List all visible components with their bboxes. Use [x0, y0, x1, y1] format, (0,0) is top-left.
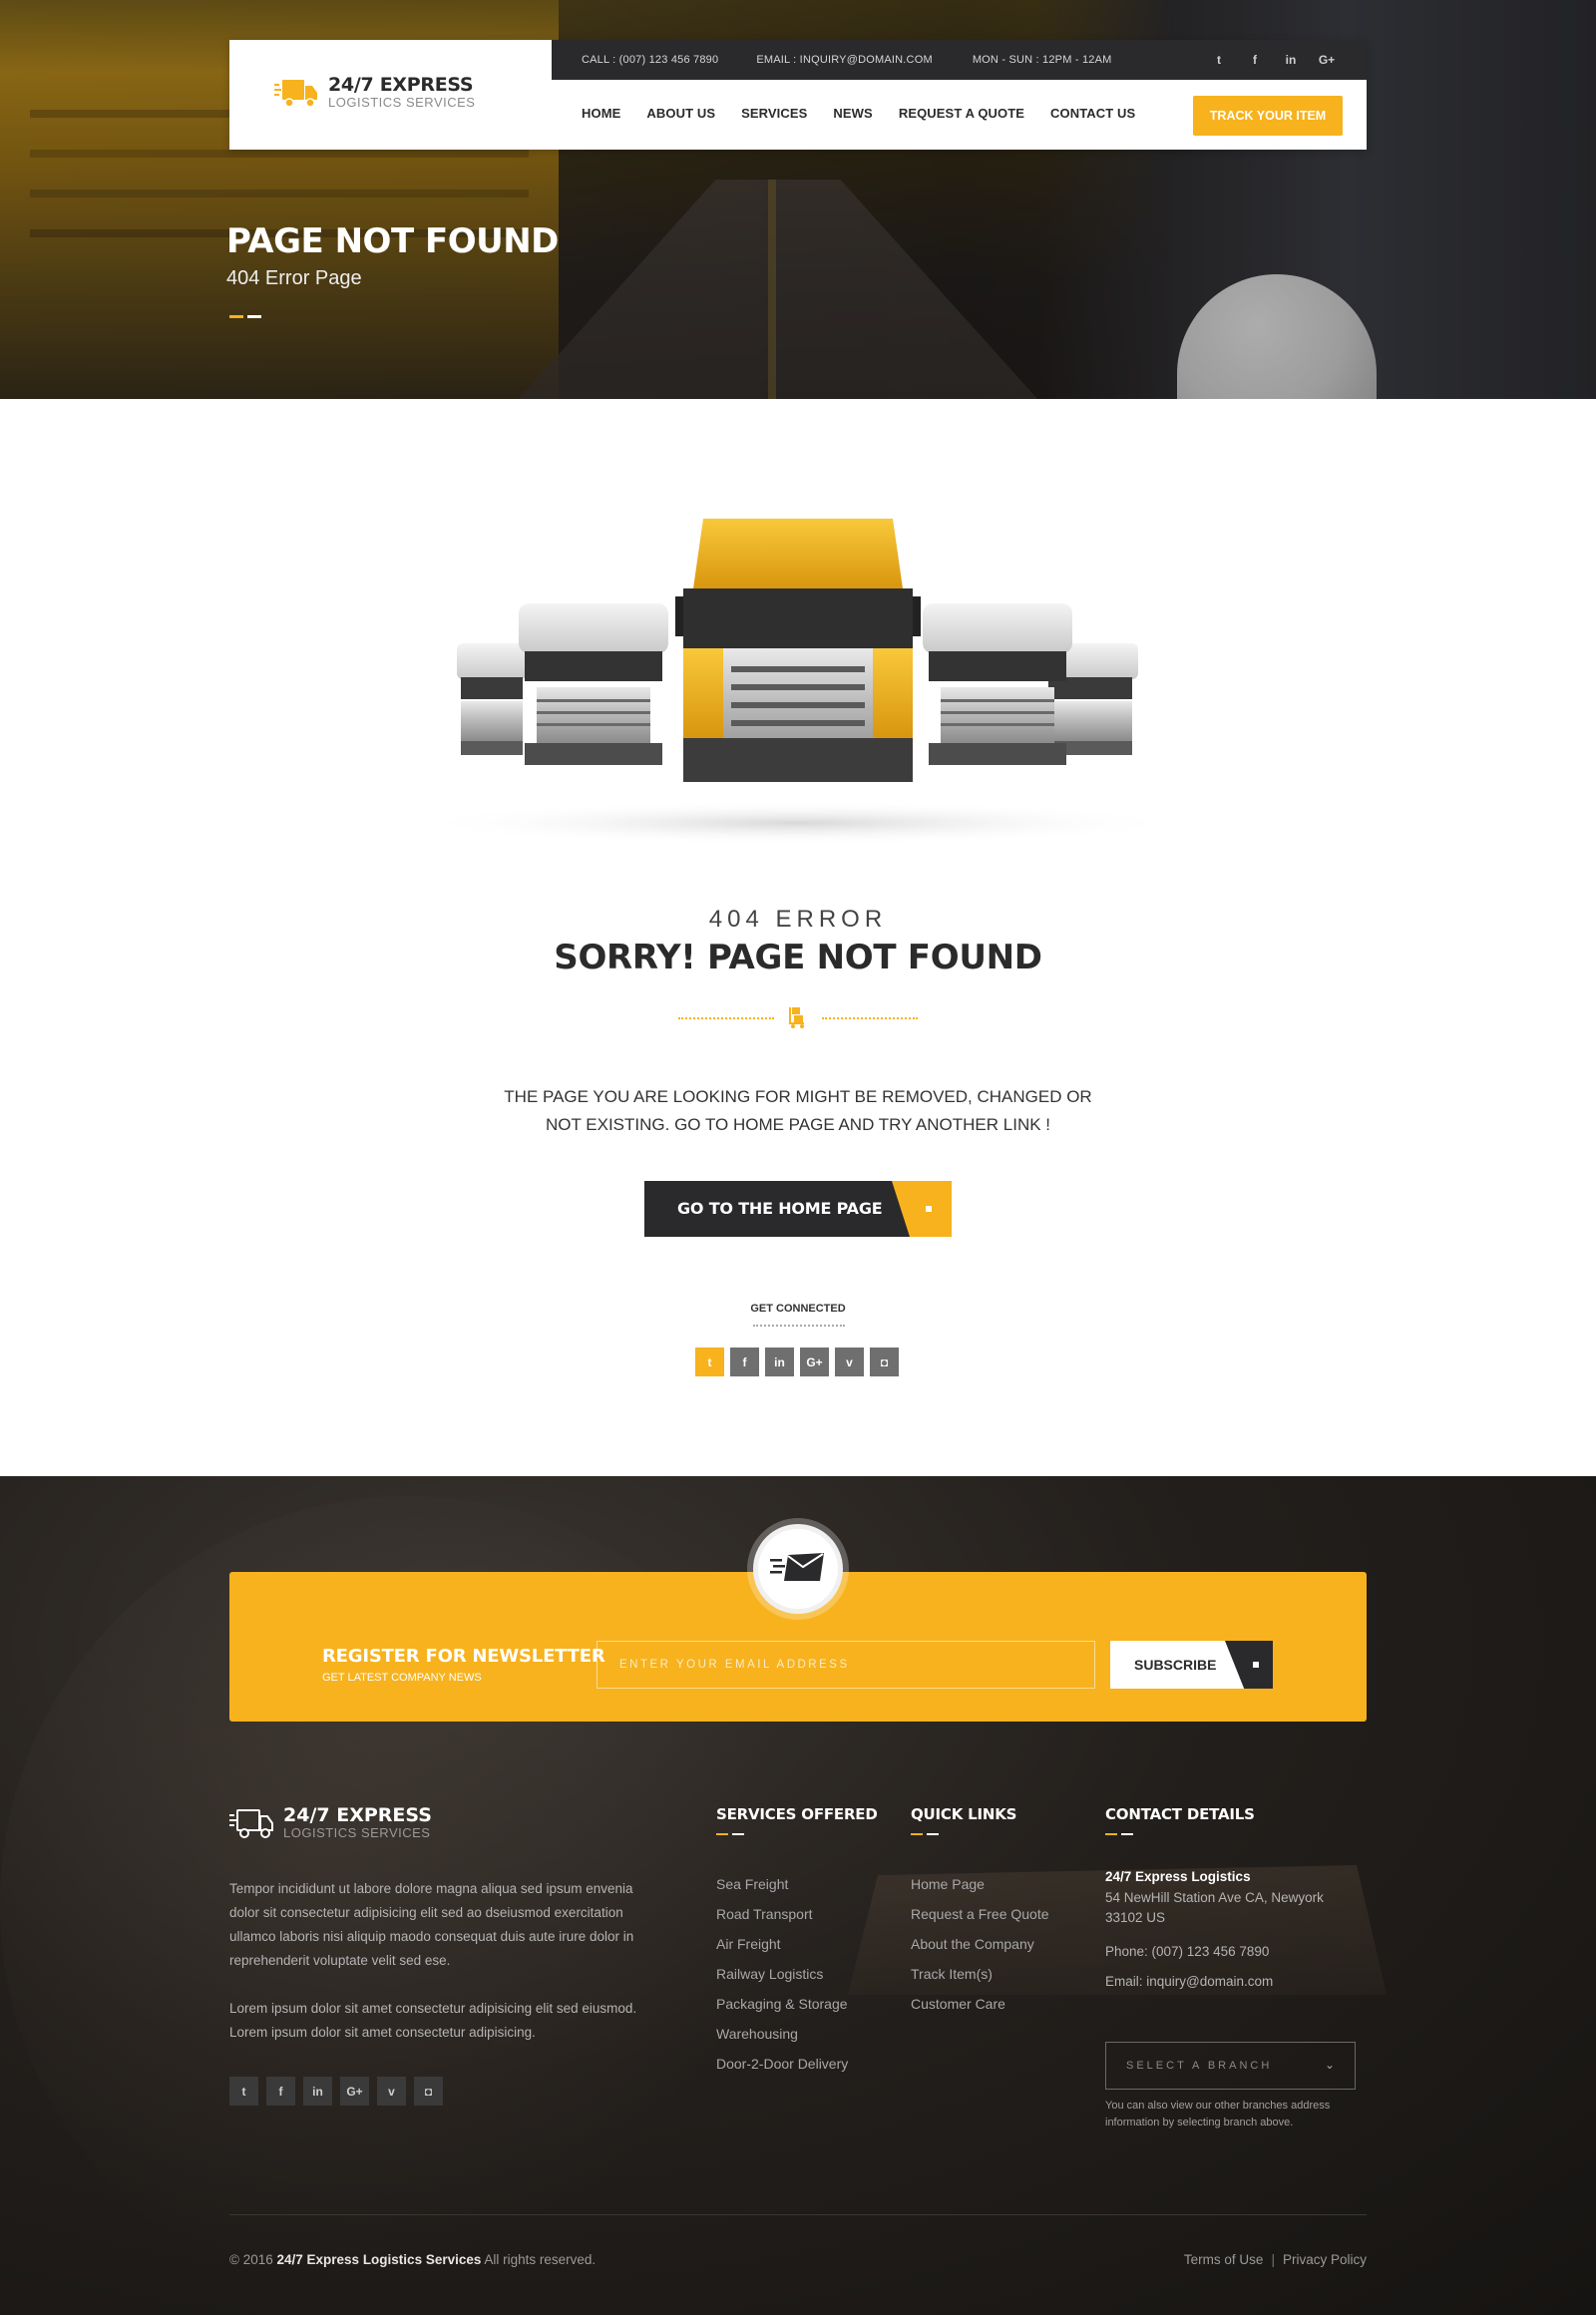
go-home-button[interactable]: GO TO THE HOME PAGE — [644, 1181, 952, 1237]
copyright-suffix: All rights reserved. — [484, 2252, 597, 2267]
topbar-socials: t f in G+ — [1201, 53, 1345, 67]
google-plus-icon[interactable]: G+ — [800, 1348, 829, 1376]
error-code-label: 404 ERROR — [708, 906, 888, 933]
quick-links-title: QUICK LINKS — [911, 1805, 1017, 1823]
quick-link[interactable]: About the Company — [911, 1929, 1049, 1959]
button-square-icon — [926, 1206, 932, 1212]
cart-icon — [786, 1005, 810, 1029]
quick-link[interactable]: Track Item(s) — [911, 1959, 1049, 1989]
error-heading: SORRY! PAGE NOT FOUND — [554, 938, 1042, 977]
about-paragraph: Tempor incididunt ut labore dolore magna… — [229, 1881, 634, 1968]
get-connected-label: GET CONNECTED — [750, 1303, 846, 1315]
branch-select[interactable]: SELECT A BRANCH ⌄ — [1105, 2042, 1356, 2090]
hero-subtitle: 404 Error Page — [226, 267, 362, 289]
top-info-bar: CALL : (007) 123 456 7890 EMAIL : INQUIR… — [552, 40, 1367, 80]
twitter-icon[interactable]: t — [1201, 53, 1237, 67]
linkedin-icon[interactable]: in — [765, 1348, 794, 1376]
site-header: 24/7 EXPRESS LOGISTICS SERVICES CALL : (… — [229, 40, 1367, 150]
footer-about: Tempor incididunt ut labore dolore magna… — [229, 1877, 648, 2069]
truck-logo-icon — [274, 76, 320, 110]
nav-news[interactable]: NEWS — [833, 106, 872, 121]
about-paragraph: Lorem ipsum dolor sit amet consectetur a… — [229, 2001, 637, 2040]
contact-title: CONTACT DETAILS — [1105, 1805, 1255, 1823]
legal-links: Terms of Use | Privacy Policy — [1183, 2252, 1367, 2267]
logo-tagline: LOGISTICS SERVICES — [328, 95, 476, 110]
instagram-icon[interactable]: ◘ — [870, 1348, 899, 1376]
service-link[interactable]: Railway Logistics — [716, 1959, 878, 1989]
quick-links-column: QUICK LINKS Home Page Request a Free Quo… — [911, 1805, 1049, 2019]
twitter-icon[interactable]: t — [229, 2077, 258, 2106]
quick-link[interactable]: Customer Care — [911, 1989, 1049, 2019]
linkedin-icon[interactable]: in — [1273, 53, 1309, 67]
newsletter-subtitle: GET LATEST COMPANY NEWS — [322, 1672, 482, 1684]
footer-socials: t f in G+ v ◘ — [229, 2077, 443, 2106]
instagram-icon[interactable]: ◘ — [414, 2077, 443, 2106]
site-logo[interactable]: 24/7 EXPRESS LOGISTICS SERVICES — [274, 75, 475, 110]
go-home-label: GO TO THE HOME PAGE — [677, 1199, 883, 1218]
contact-column: CONTACT DETAILS 24/7 Express Logistics 5… — [1105, 1805, 1367, 1992]
email-info: EMAIL : INQUIRY@DOMAIN.COM — [756, 54, 933, 66]
truck-logo-icon — [229, 1806, 275, 1840]
copyright-company: 24/7 Express Logistics Services — [276, 2252, 482, 2267]
google-plus-icon[interactable]: G+ — [1309, 53, 1345, 67]
footer-logo-name: 24/7 EXPRESS — [283, 1804, 432, 1826]
linkedin-icon[interactable]: in — [303, 2077, 332, 2106]
facebook-icon[interactable]: f — [1237, 53, 1273, 67]
service-link[interactable]: Door-2-Door Delivery — [716, 2049, 878, 2079]
facebook-icon[interactable]: f — [730, 1348, 759, 1376]
track-item-button[interactable]: TRACK YOUR ITEM — [1193, 96, 1343, 136]
vimeo-icon[interactable]: v — [377, 2077, 406, 2106]
quick-link[interactable]: Request a Free Quote — [911, 1899, 1049, 1929]
subscribe-button[interactable]: SUBSCRIBE — [1110, 1641, 1273, 1689]
copyright-year: © 2016 — [229, 2252, 273, 2267]
contact-address: 54 NewHill Station Ave CA, Newyork 33102… — [1105, 1890, 1324, 1925]
facebook-icon[interactable]: f — [266, 2077, 295, 2106]
site-footer: REGISTER FOR NEWSLETTER GET LATEST COMPA… — [0, 1476, 1596, 2315]
service-link[interactable]: Air Freight — [716, 1929, 878, 1959]
google-plus-icon[interactable]: G+ — [340, 2077, 369, 2106]
service-link[interactable]: Sea Freight — [716, 1869, 878, 1899]
contact-company-name: 24/7 Express Logistics — [1105, 1869, 1251, 1884]
nav-home[interactable]: HOME — [582, 106, 620, 121]
logo-name: 24/7 EXPRESS — [328, 74, 474, 96]
main-nav: HOME ABOUT US SERVICES NEWS REQUEST A QU… — [582, 106, 1161, 121]
service-link[interactable]: Road Transport — [716, 1899, 878, 1929]
footer-logo[interactable]: 24/7 EXPRESS LOGISTICS SERVICES — [229, 1805, 432, 1840]
nav-contact-us[interactable]: CONTACT US — [1050, 106, 1135, 121]
services-title: SERVICES OFFERED — [716, 1805, 878, 1823]
quick-link[interactable]: Home Page — [911, 1869, 1049, 1899]
nav-request-a-quote[interactable]: REQUEST A QUOTE — [899, 106, 1024, 121]
hours-info: MON - SUN : 12PM - 12AM — [972, 54, 1112, 66]
services-column: SERVICES OFFERED Sea Freight Road Transp… — [716, 1805, 878, 2079]
footer-logo-tagline: LOGISTICS SERVICES — [283, 1825, 431, 1840]
contact-email[interactable]: Email: inquiry@domain.com — [1105, 1972, 1367, 1992]
call-info: CALL : (007) 123 456 7890 — [582, 54, 719, 66]
privacy-link[interactable]: Privacy Policy — [1283, 2252, 1367, 2267]
nav-services[interactable]: SERVICES — [741, 106, 807, 121]
newsletter-title: REGISTER FOR NEWSLETTER — [322, 1646, 605, 1667]
terms-link[interactable]: Terms of Use — [1184, 2252, 1264, 2267]
copyright: © 2016 24/7 Express Logistics Services A… — [229, 2252, 596, 2267]
get-connected-socials: t f in G+ v ◘ — [695, 1348, 899, 1376]
newsletter-email-input[interactable] — [597, 1641, 1095, 1689]
footer-divider — [229, 2214, 1367, 2215]
branch-note: You can also view our other branches add… — [1105, 2100, 1331, 2128]
subscribe-label: SUBSCRIBE — [1134, 1657, 1217, 1673]
button-square-icon — [1253, 1662, 1259, 1668]
contact-phone: Phone: (007) 123 456 7890 — [1105, 1944, 1270, 1959]
twitter-icon[interactable]: t — [695, 1348, 724, 1376]
fast-mail-icon — [770, 1551, 826, 1588]
error-message: THE PAGE YOU ARE LOOKING FOR MIGHT BE RE… — [504, 1087, 1092, 1134]
vimeo-icon[interactable]: v — [835, 1348, 864, 1376]
branch-select-placeholder: SELECT A BRANCH — [1126, 2060, 1273, 2072]
heading-separator — [678, 1005, 918, 1029]
hero-accent-dashes — [229, 315, 261, 318]
service-link[interactable]: Warehousing — [716, 2019, 878, 2049]
envelope-badge — [753, 1524, 843, 1614]
nav-about-us[interactable]: ABOUT US — [646, 106, 715, 121]
chevron-down-icon: ⌄ — [1324, 2058, 1335, 2072]
hero-title: PAGE NOT FOUND — [226, 221, 559, 261]
truck-fleet-image — [409, 519, 1187, 843]
service-link[interactable]: Packaging & Storage — [716, 1989, 878, 2019]
